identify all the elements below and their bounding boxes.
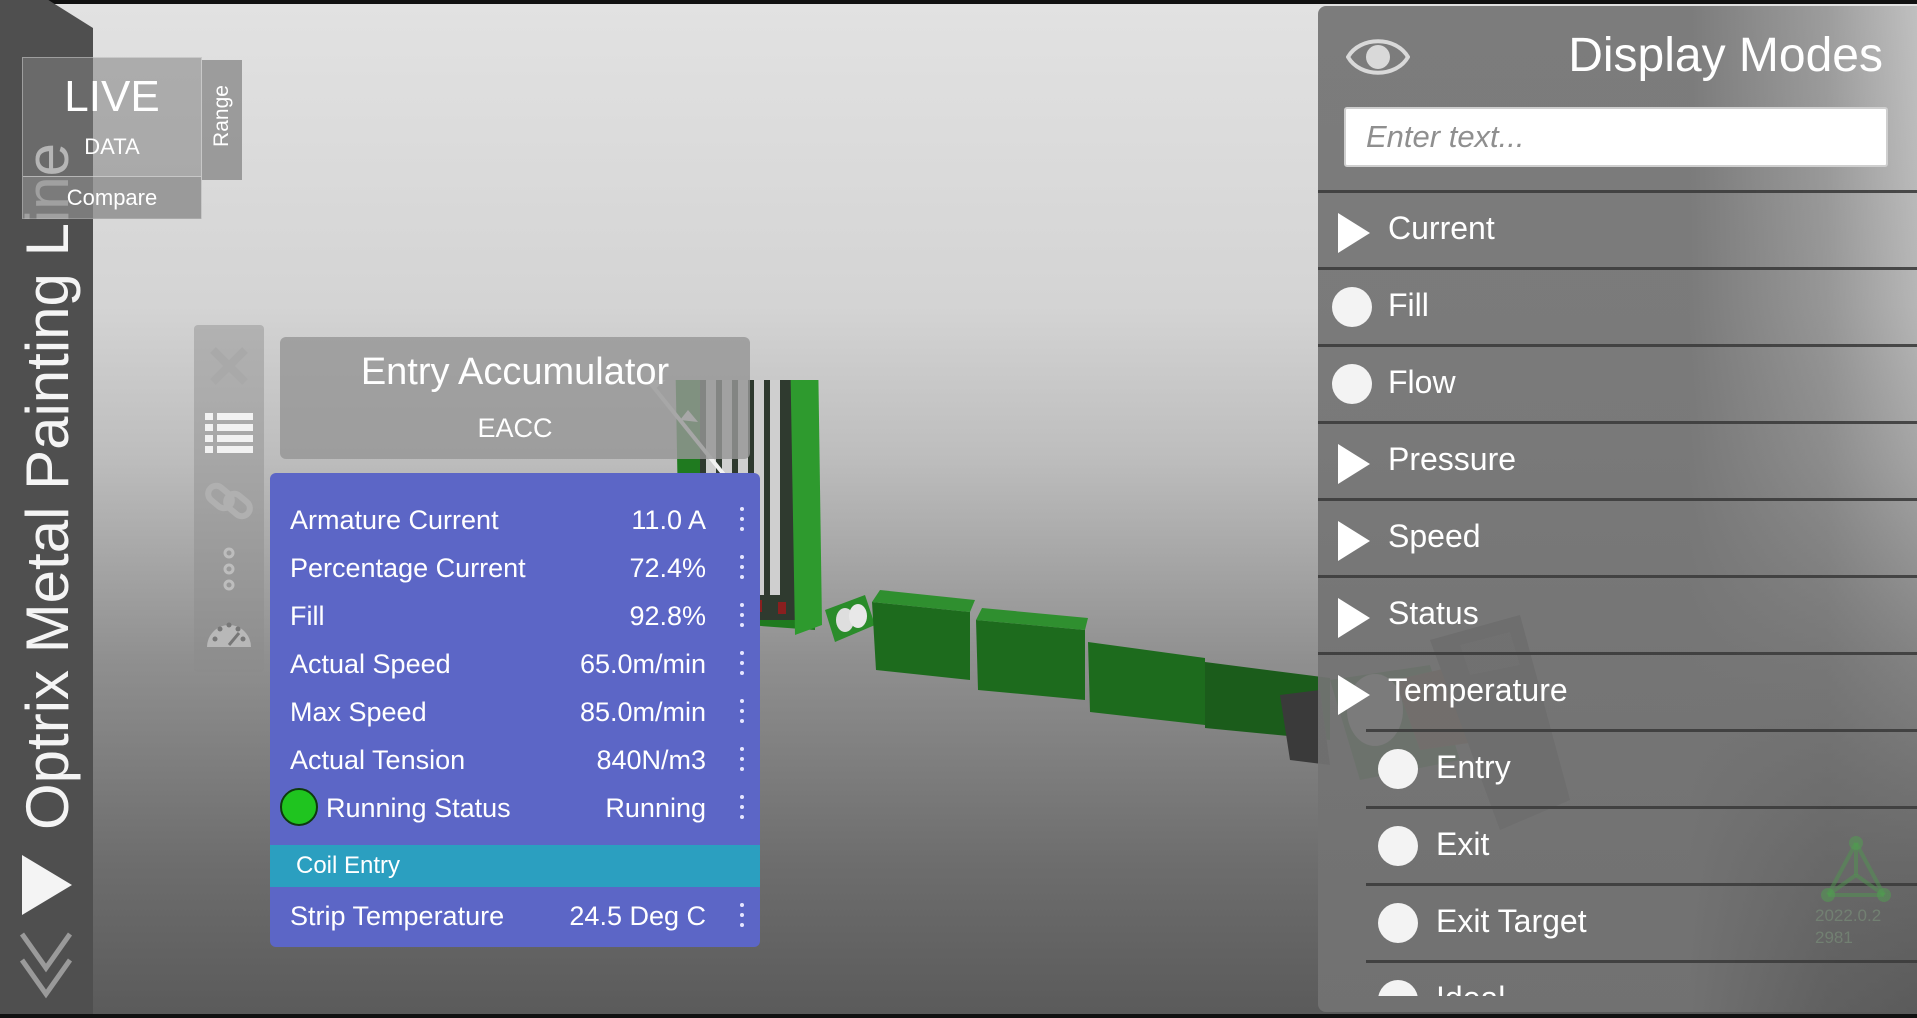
mode-item-label: Temperature xyxy=(1388,672,1568,708)
mode-item-speed[interactable]: Speed xyxy=(1318,498,1917,572)
mode-item-current[interactable]: Current xyxy=(1318,190,1917,264)
data-row-value: 85.0m/min xyxy=(579,697,706,727)
mode-item-label: Flow xyxy=(1388,364,1456,400)
row-menu-icon[interactable] xyxy=(732,553,752,583)
range-tab[interactable]: Range xyxy=(202,60,242,180)
data-row[interactable]: Actual Tension 840N/m3 xyxy=(270,737,760,781)
data-row[interactable]: Actual Speed 65.0m/min xyxy=(270,641,760,685)
gauge-icon[interactable] xyxy=(203,605,255,657)
data-row[interactable]: Strip Temperature 24.5 Deg C xyxy=(270,893,760,937)
live-data-label: DATA xyxy=(84,134,140,159)
mode-item-fill[interactable]: Fill xyxy=(1318,267,1917,341)
data-row-value: 11.0 A xyxy=(631,505,706,535)
mode-item-label: Status xyxy=(1388,595,1479,631)
mode-item-label: Fill xyxy=(1388,287,1429,323)
data-row[interactable]: Armature Current 11.0 A xyxy=(270,497,760,541)
optrix-logo-icon xyxy=(1821,836,1891,902)
data-row-label: Fill xyxy=(290,601,325,631)
close-icon[interactable] xyxy=(203,340,255,392)
section-title: Coil Entry xyxy=(296,852,401,879)
data-row-label: Actual Speed xyxy=(290,649,451,679)
build-number: 2981 xyxy=(1815,928,1853,947)
data-row[interactable]: Percentage Current 72.4% xyxy=(270,545,760,589)
asset-name: Entry Accumulator xyxy=(360,351,670,393)
asset-header: Entry Accumulator EACC xyxy=(280,337,750,459)
mode-subitem-entry[interactable]: Entry xyxy=(1366,729,1917,803)
radio-button[interactable] xyxy=(1332,364,1372,404)
mode-item-label: Ideal xyxy=(1436,980,1505,996)
radio-button[interactable] xyxy=(1332,287,1372,327)
range-label: Range xyxy=(210,85,233,147)
row-menu-icon[interactable] xyxy=(732,745,752,775)
list-icon[interactable] xyxy=(203,407,255,459)
row-menu-icon[interactable] xyxy=(732,601,752,631)
mode-item-pressure[interactable]: Pressure xyxy=(1318,421,1917,495)
data-row-value: 65.0m/min xyxy=(579,649,706,679)
data-row-label: Armature Current xyxy=(290,505,499,535)
data-row-label: Running Status xyxy=(326,793,511,823)
section-header: Coil Entry xyxy=(270,845,760,887)
expand-icon[interactable] xyxy=(1338,444,1370,484)
data-row-value: 72.4% xyxy=(629,553,706,583)
mode-item-label: Entry xyxy=(1436,749,1511,785)
mode-subitem-ideal[interactable]: Ideal xyxy=(1366,960,1917,996)
expand-icon[interactable] xyxy=(1338,598,1370,638)
conveyor-sections[interactable] xyxy=(872,590,1330,740)
radio-button[interactable] xyxy=(1378,903,1418,943)
search-input[interactable] xyxy=(1344,107,1888,167)
asset-code: EACC xyxy=(477,413,553,443)
expand-icon[interactable] xyxy=(1338,521,1370,561)
data-row[interactable]: Max Speed 85.0m/min xyxy=(270,689,760,733)
version-number: 2022.0.2 xyxy=(1815,906,1882,925)
row-menu-icon[interactable] xyxy=(732,793,752,823)
radio-button[interactable] xyxy=(1378,826,1418,866)
link-icon[interactable] xyxy=(203,475,255,527)
radio-button[interactable] xyxy=(1378,749,1418,789)
compare-button[interactable]: Compare xyxy=(23,176,201,219)
more-vertical-icon[interactable] xyxy=(203,545,255,597)
eye-icon[interactable] xyxy=(1346,30,1410,84)
data-row[interactable]: Running Status Running xyxy=(270,785,760,829)
mode-item-label: Current xyxy=(1388,210,1495,246)
expand-icon[interactable] xyxy=(1338,675,1370,715)
data-row-value: 24.5 Deg C xyxy=(569,901,706,931)
row-menu-icon[interactable] xyxy=(732,697,752,727)
row-menu-icon[interactable] xyxy=(732,505,752,535)
data-row-label: Strip Temperature xyxy=(290,901,505,931)
mode-item-label: Exit xyxy=(1436,826,1490,862)
mode-item-label: Pressure xyxy=(1388,441,1517,477)
live-label[interactable]: LIVE xyxy=(23,72,201,122)
chevron-down-icon[interactable] xyxy=(18,930,74,1000)
expand-icon[interactable] xyxy=(1338,213,1370,253)
data-row-label: Max Speed xyxy=(290,697,427,727)
app-title: Optrix Metal Painting Line xyxy=(14,142,81,830)
mode-item-temperature[interactable]: Temperature xyxy=(1318,652,1917,726)
data-row-value: Running xyxy=(605,793,706,823)
data-row-value: 92.8% xyxy=(629,601,706,631)
dancer-unit[interactable] xyxy=(825,595,875,642)
window-frame-bottom xyxy=(0,1014,1917,1018)
mode-item-label: Speed xyxy=(1388,518,1481,554)
data-row-value: 840N/m3 xyxy=(596,745,706,775)
radio-button[interactable] xyxy=(1378,980,1418,996)
live-data-panel[interactable]: LIVE DATA Compare xyxy=(22,57,202,219)
mode-item-label: Exit Target xyxy=(1436,903,1587,939)
play-icon[interactable] xyxy=(22,855,72,915)
window-frame-top xyxy=(0,0,1917,4)
row-menu-icon[interactable] xyxy=(732,649,752,679)
status-indicator xyxy=(280,788,318,826)
display-modes-title: Display Modes xyxy=(1568,29,1883,82)
mode-item-status[interactable]: Status xyxy=(1318,575,1917,649)
mode-item-flow[interactable]: Flow xyxy=(1318,344,1917,418)
data-row[interactable]: Fill 92.8% xyxy=(270,593,760,637)
version-label: 2022.0.2 2981 xyxy=(1815,905,1881,949)
asset-tool-column xyxy=(194,325,264,672)
row-menu-icon[interactable] xyxy=(732,901,752,931)
data-row-label: Percentage Current xyxy=(290,553,526,583)
data-row-label: Actual Tension xyxy=(290,745,466,775)
asset-data-card: Armature Current 11.0 A Percentage Curre… xyxy=(270,473,760,947)
